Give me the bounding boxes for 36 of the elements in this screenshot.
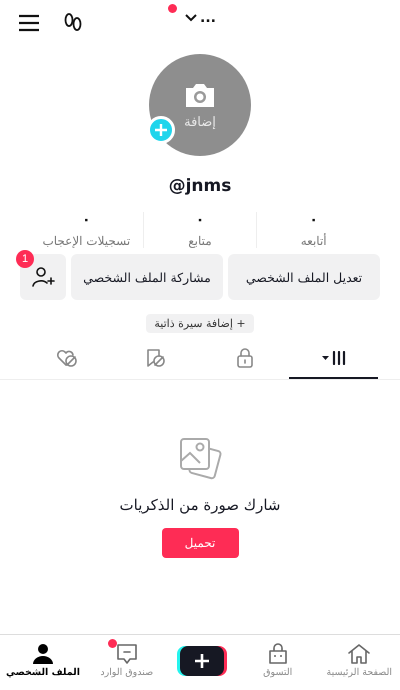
nav-tab[interactable]: الملف الشخصي bbox=[0, 635, 86, 686]
upload-button[interactable]: تحميل bbox=[162, 528, 238, 558]
profile-action-button[interactable]: تعديل الملف الشخصي bbox=[228, 254, 380, 300]
shopping-bag-icon bbox=[266, 643, 289, 665]
plus-icon bbox=[154, 123, 168, 137]
empty-state-message: شارك صورة من الذكريات bbox=[120, 496, 280, 514]
menu-icon[interactable] bbox=[18, 14, 40, 32]
stat-count: ٠ bbox=[309, 212, 318, 228]
stat-count: ٠ bbox=[196, 212, 204, 228]
avatar[interactable]: إضافة bbox=[149, 54, 251, 156]
home-icon bbox=[347, 643, 372, 665]
avatar-label: إضافة bbox=[184, 114, 216, 130]
nav-tab[interactable]: التسوق bbox=[237, 635, 318, 686]
stat-count: ٠ bbox=[82, 212, 91, 228]
hidden-heart-icon bbox=[56, 348, 78, 368]
stat-label: متابع bbox=[188, 234, 212, 248]
nav-tab[interactable]: الصفحة الرئيسية bbox=[318, 635, 400, 686]
username: @jnms bbox=[168, 176, 232, 196]
footprints-icon[interactable] bbox=[62, 12, 84, 34]
create-button[interactable] bbox=[180, 646, 224, 676]
person-icon bbox=[32, 643, 54, 665]
chevron-down-icon[interactable] bbox=[184, 13, 198, 23]
stat-label: تسجيلات الإعجاب bbox=[42, 234, 130, 248]
hidden-bookmark-icon bbox=[144, 348, 166, 368]
stat-label: أتابعه bbox=[300, 234, 327, 248]
add-person-icon bbox=[31, 266, 55, 288]
account-name[interactable]: ... bbox=[200, 10, 216, 26]
lock-icon bbox=[236, 348, 254, 368]
add-bio-button[interactable]: + إضافة سيرة ذاتية bbox=[146, 314, 254, 333]
profile-action-button[interactable]: مشاركة الملف الشخصي bbox=[71, 254, 223, 300]
notification-badge: 1 bbox=[16, 250, 34, 268]
nav-tab[interactable]: صندوق الوارد bbox=[86, 635, 168, 686]
photos-icon bbox=[177, 436, 223, 482]
grid-menu-icon bbox=[320, 351, 346, 365]
message-icon bbox=[116, 643, 138, 665]
plus-icon bbox=[194, 652, 210, 668]
